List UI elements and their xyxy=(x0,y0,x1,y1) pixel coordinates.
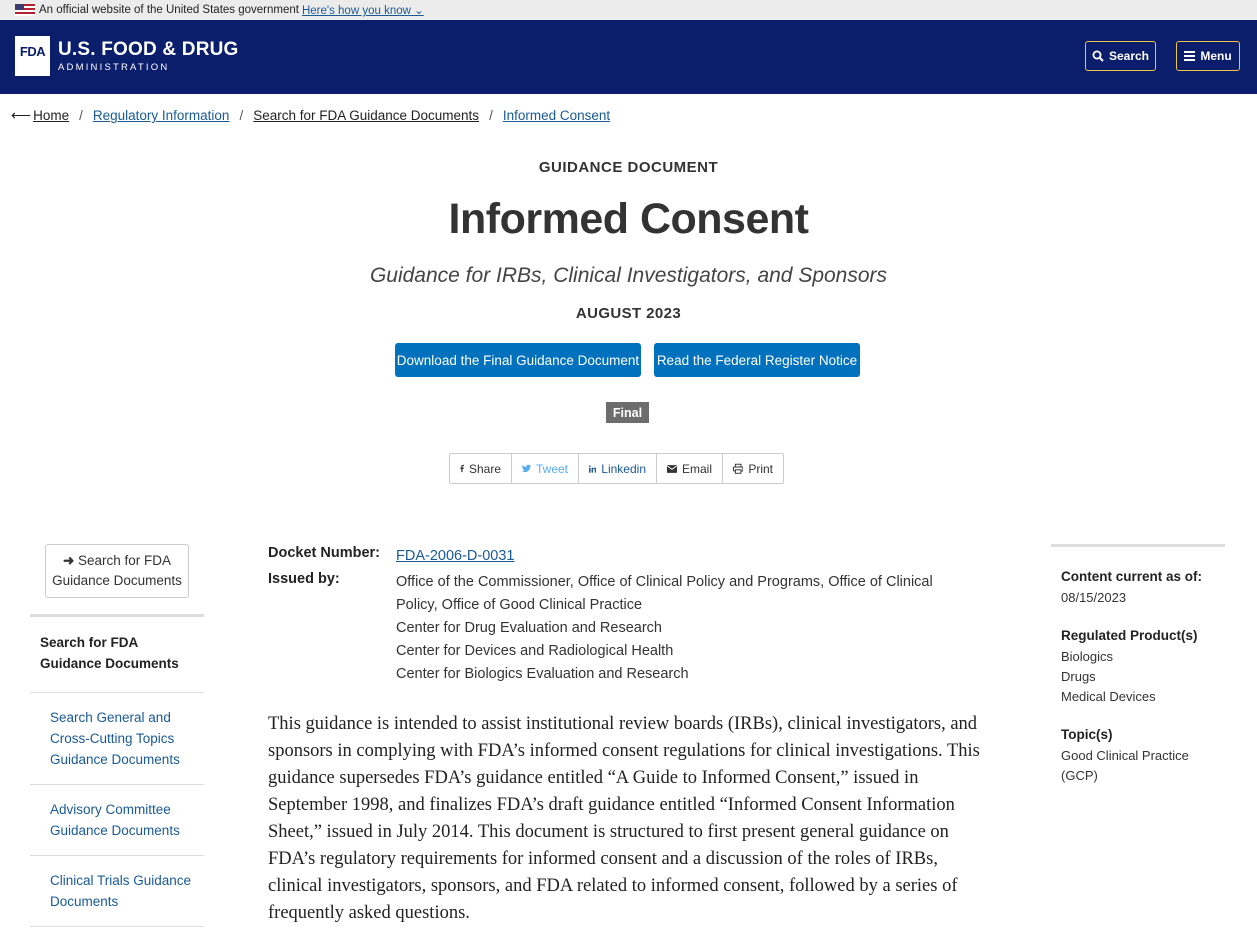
breadcrumb-separator: / xyxy=(489,108,493,123)
share-label: Share xyxy=(468,461,501,476)
share-linkedin-button[interactable]: Linkedin xyxy=(579,454,657,483)
tweet-label: Tweet xyxy=(535,461,568,476)
document-kicker: GUIDANCE DOCUMENT xyxy=(538,159,719,176)
regulated-products-label: Regulated Product(s) xyxy=(1061,628,1198,643)
back-to-search-button[interactable]: ➜ Search for FDA Guidance Documents xyxy=(45,544,189,598)
circle-arrow-left-icon: ➜ xyxy=(62,553,75,568)
facebook-icon xyxy=(460,464,464,473)
search-button-label: Search xyxy=(1108,49,1150,63)
breadcrumb-separator: / xyxy=(79,108,83,123)
print-button[interactable]: Print xyxy=(723,454,783,483)
breadcrumb-informed-consent[interactable]: Informed Consent xyxy=(503,108,610,123)
menu-button[interactable]: Menu xyxy=(1176,41,1240,71)
share-email-button[interactable]: Email xyxy=(657,454,723,483)
heres-how-you-know-label: Here's how you know xyxy=(301,5,411,17)
fda-logo[interactable]: FDA xyxy=(15,36,50,76)
breadcrumb-regulatory-information[interactable]: Regulatory Information xyxy=(93,108,230,123)
breadcrumb-home[interactable]: Home xyxy=(33,108,69,123)
topics-label: Topic(s) xyxy=(1061,727,1113,742)
print-label: Print xyxy=(748,461,773,476)
nav-item-general-cross-cutting[interactable]: Search General and Cross-Cutting Topics … xyxy=(30,693,204,785)
share-twitter-button[interactable]: Tweet xyxy=(512,454,579,483)
page-subtitle: Guidance for IRBs, Clinical Investigator… xyxy=(369,264,888,287)
issuer-cdrh: Center for Devices and Radiological Heal… xyxy=(396,643,674,659)
logo-title[interactable]: U.S. FOOD & DRUG xyxy=(58,39,239,61)
linkedin-icon xyxy=(589,464,597,473)
product-biologics: Biologics xyxy=(1061,649,1114,664)
logo-subtitle: ADMINISTRATION xyxy=(58,62,170,73)
share-bar: Share Tweet Linkedin Email Print xyxy=(449,453,784,484)
nav-item-current[interactable]: Search for FDA Guidance Documents xyxy=(30,614,204,693)
status-badge: Final xyxy=(606,402,649,423)
search-icon xyxy=(1092,50,1104,62)
page-title: Informed Consent xyxy=(448,195,809,243)
download-guidance-button[interactable]: Download the Final Guidance Document xyxy=(395,343,641,377)
docket-number-link[interactable]: FDA-2006-D-0031 xyxy=(396,548,514,564)
breadcrumb-search-guidance[interactable]: Search for FDA Guidance Documents xyxy=(253,108,479,123)
printer-icon xyxy=(733,463,744,474)
issued-by-label: Issued by: xyxy=(268,571,340,587)
breadcrumb-separator: / xyxy=(239,108,244,123)
us-flag-icon xyxy=(15,4,35,16)
issuer-cder: Center for Drug Evaluation and Research xyxy=(396,620,662,636)
chevron-down-icon: ⌄ xyxy=(414,5,424,17)
linkedin-label: Linkedin xyxy=(601,461,646,476)
site-header: FDA U.S. FOOD & DRUG ADMINISTRATION Sear… xyxy=(0,20,1257,94)
guidance-summary: This guidance is intended to assist inst… xyxy=(268,714,980,923)
logo-mark: FDA xyxy=(19,44,46,59)
issuer-cber: Center for Biologics Evaluation and Rese… xyxy=(396,666,689,682)
document-date: AUGUST 2023 xyxy=(575,305,682,322)
hamburger-icon xyxy=(1184,51,1196,61)
envelope-icon xyxy=(667,464,677,473)
document-meta: Docket Number: FDA-2006-D-0031 Issued by… xyxy=(268,545,976,686)
content-current-label: Content current as of: xyxy=(1061,569,1203,584)
arrow-left-icon: ⟵ xyxy=(11,107,32,123)
share-facebook-button[interactable]: Share xyxy=(450,454,512,483)
email-label: Email xyxy=(681,461,712,476)
heres-how-you-know-link[interactable]: Here's how you know ⌄ xyxy=(302,3,424,17)
nav-item-clinical-trials[interactable]: Clinical Trials Guidance Documents xyxy=(30,856,204,927)
right-sidebar: Content current as of: 08/15/2023 Regula… xyxy=(1051,544,1225,806)
gov-banner: An official website of the United States… xyxy=(0,0,1257,20)
content-current-date: 08/15/2023 xyxy=(1061,590,1127,605)
federal-register-button[interactable]: Read the Federal Register Notice xyxy=(654,343,860,377)
gov-banner-text: An official website of the United States… xyxy=(39,4,299,16)
left-nav: Search for FDA Guidance Documents Search… xyxy=(30,614,204,927)
breadcrumb: ⟵ Home / Regulatory Information / Search… xyxy=(11,107,610,124)
product-medical-devices: Medical Devices xyxy=(1061,689,1156,704)
menu-button-label: Menu xyxy=(1200,49,1232,63)
docket-label: Docket Number: xyxy=(268,545,380,561)
nav-item-advisory-committee[interactable]: Advisory Committee Guidance Documents xyxy=(30,785,204,856)
twitter-icon xyxy=(522,464,531,473)
issuer-office-commissioner: Office of the Commissioner, Office of Cl… xyxy=(396,574,933,613)
search-button[interactable]: Search xyxy=(1085,41,1156,71)
topic-gcp: Good Clinical Practice (GCP) xyxy=(1061,748,1189,783)
product-drugs: Drugs xyxy=(1061,669,1096,684)
